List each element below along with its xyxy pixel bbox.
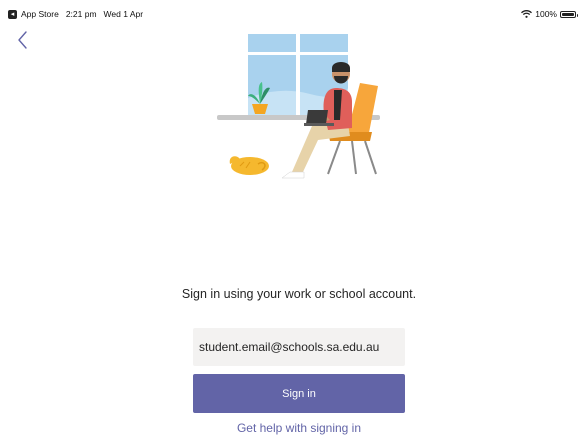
sign-in-prompt: Sign in using your work or school accoun… bbox=[181, 287, 417, 301]
back-to-app-icon[interactable]: ◂ bbox=[8, 9, 17, 19]
email-field[interactable] bbox=[193, 328, 405, 366]
cat-illustration bbox=[229, 156, 269, 175]
back-app-label[interactable]: App Store bbox=[21, 9, 59, 19]
sign-in-button[interactable]: Sign in bbox=[193, 374, 405, 413]
battery-percent: 100% bbox=[535, 9, 557, 19]
status-time: 2:21 pm bbox=[65, 9, 97, 19]
status-left: ◂ App Store 2:21 pm Wed 1 Apr bbox=[8, 9, 143, 19]
status-bar: ◂ App Store 2:21 pm Wed 1 Apr 100% bbox=[0, 0, 584, 22]
chevron-left-icon bbox=[18, 31, 27, 49]
back-button[interactable] bbox=[14, 30, 32, 50]
battery-icon bbox=[560, 10, 578, 18]
sign-in-illustration bbox=[217, 32, 380, 179]
status-right: 100% bbox=[521, 9, 578, 19]
wifi-icon bbox=[521, 10, 533, 18]
get-help-link[interactable]: Get help with signing in bbox=[0, 421, 584, 435]
status-date: Wed 1 Apr bbox=[103, 9, 144, 19]
